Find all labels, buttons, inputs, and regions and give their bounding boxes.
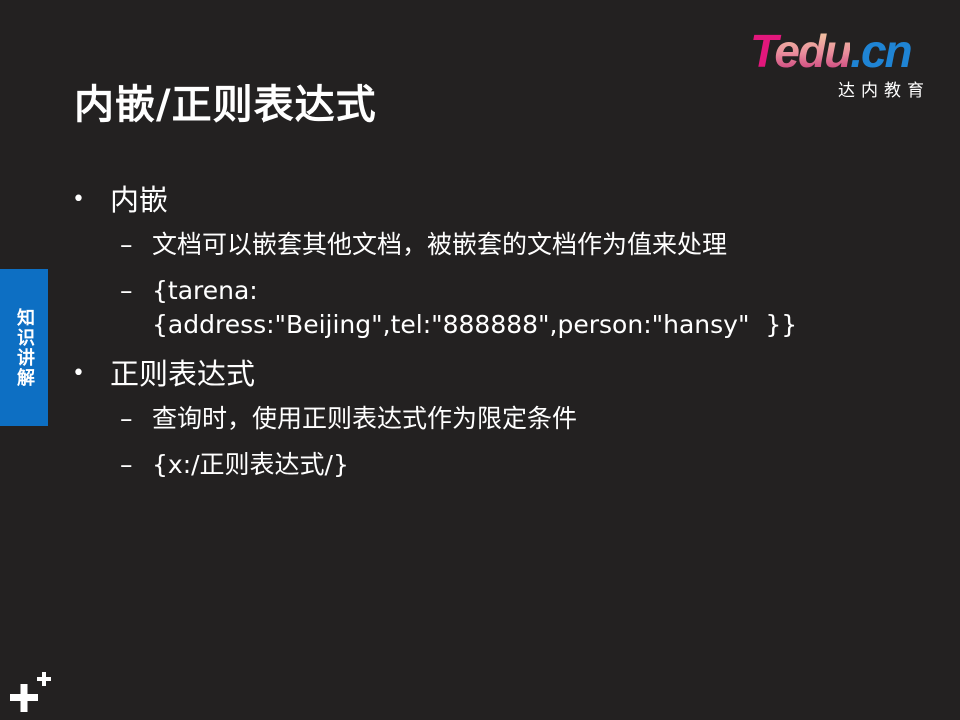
- sub-item: – {tarena: {address:"Beijing",tel:"88888…: [120, 274, 932, 342]
- bullet-text: 内嵌: [110, 183, 169, 217]
- bullet-dot-icon: •: [72, 187, 85, 212]
- bullet-text: 正则表达式: [110, 357, 256, 391]
- plus-decoration-icon: [10, 672, 51, 712]
- logo-letters-cn: .cn: [850, 25, 912, 77]
- dash-icon: –: [120, 404, 133, 433]
- sub-text: {x:/正则表达式/}: [152, 450, 349, 479]
- sub-text: 查询时，使用正则表达式作为限定条件: [152, 404, 578, 433]
- dash-icon: –: [120, 450, 133, 479]
- dash-icon: –: [120, 276, 133, 305]
- logo-wordmark: Tedu.cn: [750, 25, 913, 77]
- tedu-logo: Tedu.cn 达内教育: [750, 25, 930, 101]
- slide-content: • 内嵌 – 文档可以嵌套其他文档，被嵌套的文档作为值来处理 – {tarena…: [72, 180, 932, 494]
- sub-item: – 文档可以嵌套其他文档，被嵌套的文档作为值来处理: [120, 228, 932, 262]
- logo-letters-edu: edu: [774, 25, 852, 77]
- bullet-dot-icon: •: [72, 361, 85, 386]
- sub-text: {tarena: {address:"Beijing",tel:"888888"…: [152, 276, 798, 339]
- slide-title: 内嵌/正则表达式: [74, 82, 377, 128]
- dash-icon: –: [120, 230, 133, 259]
- side-tab-label: 知识讲解: [14, 307, 35, 388]
- sub-item: – 查询时，使用正则表达式作为限定条件: [120, 402, 932, 436]
- side-tab: 知识讲解: [0, 269, 48, 426]
- logo-subtitle: 达内教育: [838, 81, 930, 101]
- bullet-item: • 正则表达式: [72, 354, 932, 394]
- logo-letter-t: T: [750, 25, 776, 77]
- sub-item: – {x:/正则表达式/}: [120, 448, 932, 482]
- bullet-item: • 内嵌: [72, 180, 932, 220]
- sub-text: 文档可以嵌套其他文档，被嵌套的文档作为值来处理: [152, 230, 728, 259]
